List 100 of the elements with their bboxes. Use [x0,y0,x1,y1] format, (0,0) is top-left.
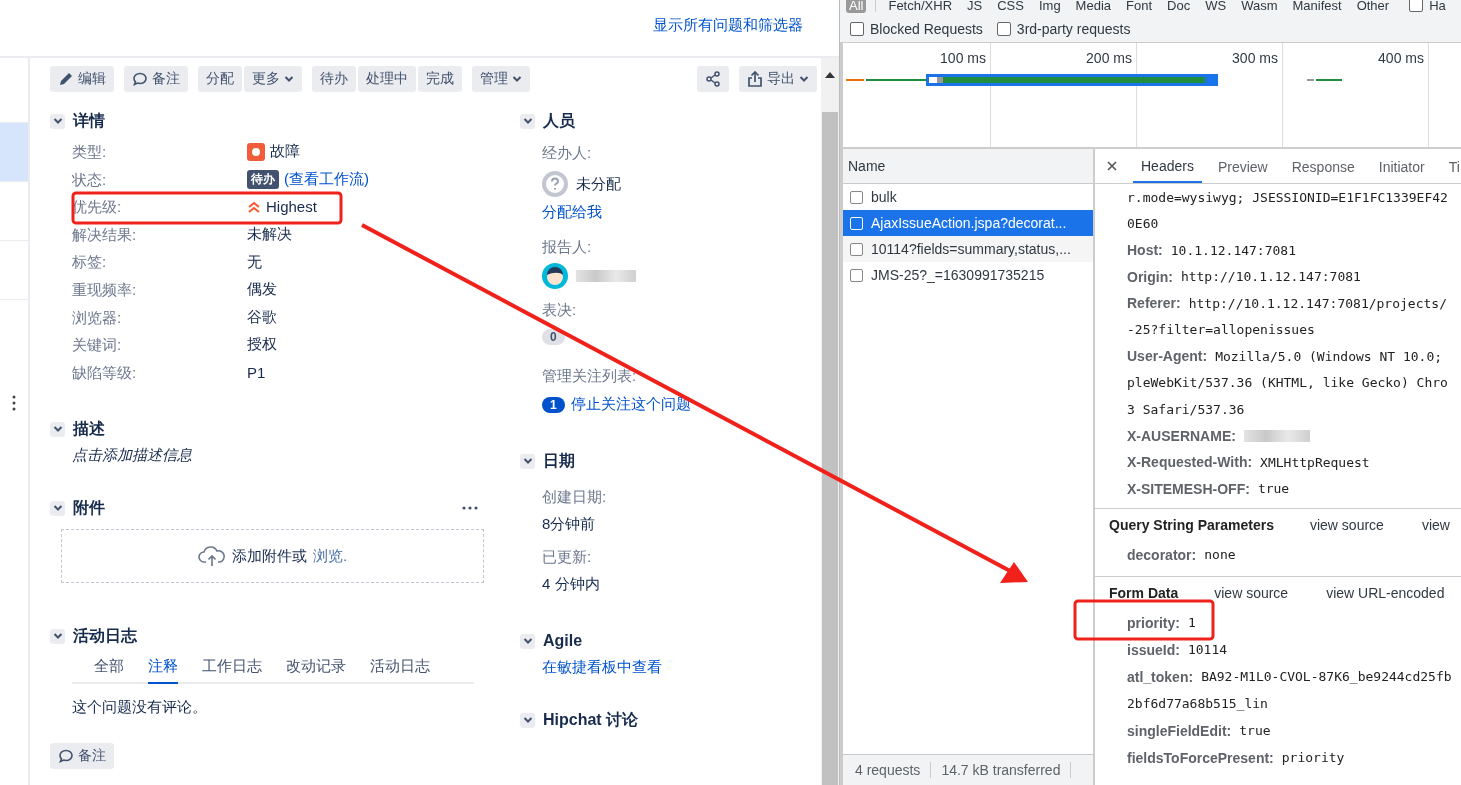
param-name: atl_token: [1127,668,1194,685]
chevron-down-icon [522,637,533,645]
filter-tab[interactable]: JS [964,0,986,13]
section-title: 活动日志 [73,625,137,646]
assign-to-me-link[interactable]: 分配给我 [520,203,780,222]
toolbar-button[interactable]: 编辑 [50,66,114,92]
filter-tab[interactable]: Doc [1164,0,1194,13]
chevron-down-icon [52,632,63,641]
filter-tab[interactable]: Fetch/XHR [885,0,956,13]
scrollbar[interactable] [821,58,839,785]
checkbox[interactable] [850,22,864,36]
dropzone-text: 添加附件或 [231,546,307,566]
filter-tab[interactable]: Media [1072,0,1115,13]
activity-tab[interactable]: 注释 [148,655,178,685]
chevron-down-icon [52,425,63,434]
drag-handle-icon[interactable] [12,395,16,411]
section-title: 详情 [73,110,105,131]
timeline-tick-label: 400 ms [1378,50,1424,66]
view-source-link[interactable]: view [1421,517,1450,533]
column-header[interactable]: Name [843,149,1093,184]
filter-tab[interactable]: Wasm [1238,0,1281,13]
toolbar-button[interactable]: 备注 [124,66,188,92]
date-value: 4 分钟内 [541,575,601,594]
header-value: r.mode=wysiwyg; JSESSIONID=E1F1FC1339EF42 [1127,189,1448,205]
request-row[interactable]: JMS-25?_=1630991735215 [843,262,1093,288]
description-prompt[interactable]: 点击添加描述信息 [50,446,484,466]
request-row[interactable]: 10114?fields=summary,status,... [843,236,1093,262]
section-title: Agile [543,632,583,650]
filter-tab[interactable]: CSS [994,0,1027,13]
collapse-toggle[interactable] [50,421,65,437]
collapse-toggle[interactable] [520,453,535,469]
collapse-toggle[interactable] [520,633,535,649]
collapse-toggle[interactable] [50,113,65,129]
collapse-toggle[interactable] [520,712,535,728]
header-value: -25?filter=allopenissues [1127,322,1315,338]
status-text: 4 requests [855,762,921,778]
close-icon[interactable] [1107,161,1117,171]
activity-tab[interactable]: 活动日志 [370,655,430,685]
param-value: 10114 [1187,642,1228,657]
show-all-issues-link[interactable]: 显示所有问题和筛选器 [653,16,803,56]
field-value: Highest [266,198,317,216]
collapse-toggle[interactable] [520,113,535,129]
checkbox[interactable] [996,22,1011,36]
view-workflow-link[interactable]: (查看工作流) [284,169,369,189]
toolbar-button[interactable]: 待办 [312,66,356,92]
field-label: 报告人: [541,238,593,257]
section-title: 日期 [543,450,575,471]
field-label: 已更新: [541,548,593,567]
activity-tab[interactable]: 改动记录 [286,655,346,685]
filter-tab[interactable]: Manifest [1289,0,1345,13]
view-source-link[interactable]: view URL-encoded [1326,585,1445,601]
toolbar-button[interactable]: 分配 [198,66,242,92]
toolbar-button[interactable] [697,66,729,92]
redacted-name [576,270,636,282]
activity-tab[interactable]: 全部 [94,655,124,685]
toolbar-button[interactable]: 管理 [472,66,530,92]
agile-board-link[interactable]: 在敏捷看板中查看 [520,658,780,677]
chevron-down-icon [284,75,294,83]
field-label: 类型: [72,142,107,162]
collapse-toggle[interactable] [50,500,65,516]
toolbar-button[interactable]: 更多 [244,66,302,92]
request-row[interactable]: AjaxIssueAction.jspa?decorat... [843,210,1093,236]
chevron-down-icon [799,75,809,83]
toolbar-button[interactable]: 完成 [418,66,462,92]
speech-bubble-icon [132,71,148,87]
panel-tab[interactable]: Headers [1133,149,1202,183]
filter-tab[interactable]: Other [1353,0,1393,13]
section-title: 人员 [543,110,575,131]
attachment-dropzone[interactable]: 添加附件或 浏览. [61,529,484,584]
view-source-link[interactable]: view source [1309,517,1384,533]
request-row[interactable]: bulk [843,184,1093,210]
param-name: singleFieldEdit: [1127,722,1232,739]
filter-tab[interactable]: WS [1202,0,1230,13]
param-name: decorator: [1127,546,1197,563]
collapse-toggle[interactable] [50,628,65,644]
header-name: X-Requested-With: [1127,454,1253,471]
panel-tab[interactable]: Response [1283,150,1363,182]
field-label: 创建日期: [541,488,608,507]
field-value: 无 [247,252,262,272]
filter-tab[interactable]: Img [1035,0,1064,13]
toolbar-button[interactable]: 处理中 [358,66,416,92]
toolbar-button[interactable]: 导出 [739,66,817,92]
section-title: Hipchat 讨论 [543,709,639,730]
field-label: 缺陷等级: [72,362,137,383]
activity-tab[interactable]: 工作日志 [202,655,262,685]
panel-tab[interactable]: Ti [1440,150,1461,182]
scroll-up-arrow-icon[interactable] [825,72,835,78]
field-label: 解决结果: [72,224,137,245]
more-icon[interactable] [462,506,478,511]
field-label: 重现频率: [72,279,137,300]
filter-tab[interactable]: Font [1123,0,1156,13]
panel-tab[interactable]: Preview [1209,150,1276,182]
panel-tab[interactable]: Initiator [1370,150,1433,182]
checkbox[interactable] [1409,0,1424,12]
browse-link[interactable]: 浏览. [312,546,348,566]
header-value: http://10.1.12.147:7081 [1180,269,1361,285]
header-value: pleWebKit/537.36 (KHTML, like Gecko) Chro [1127,375,1448,391]
checkbox-label: 3rd-party requests [1016,21,1131,37]
comment-button[interactable]: 备注 [50,743,114,770]
view-source-link[interactable]: view source [1214,585,1289,601]
